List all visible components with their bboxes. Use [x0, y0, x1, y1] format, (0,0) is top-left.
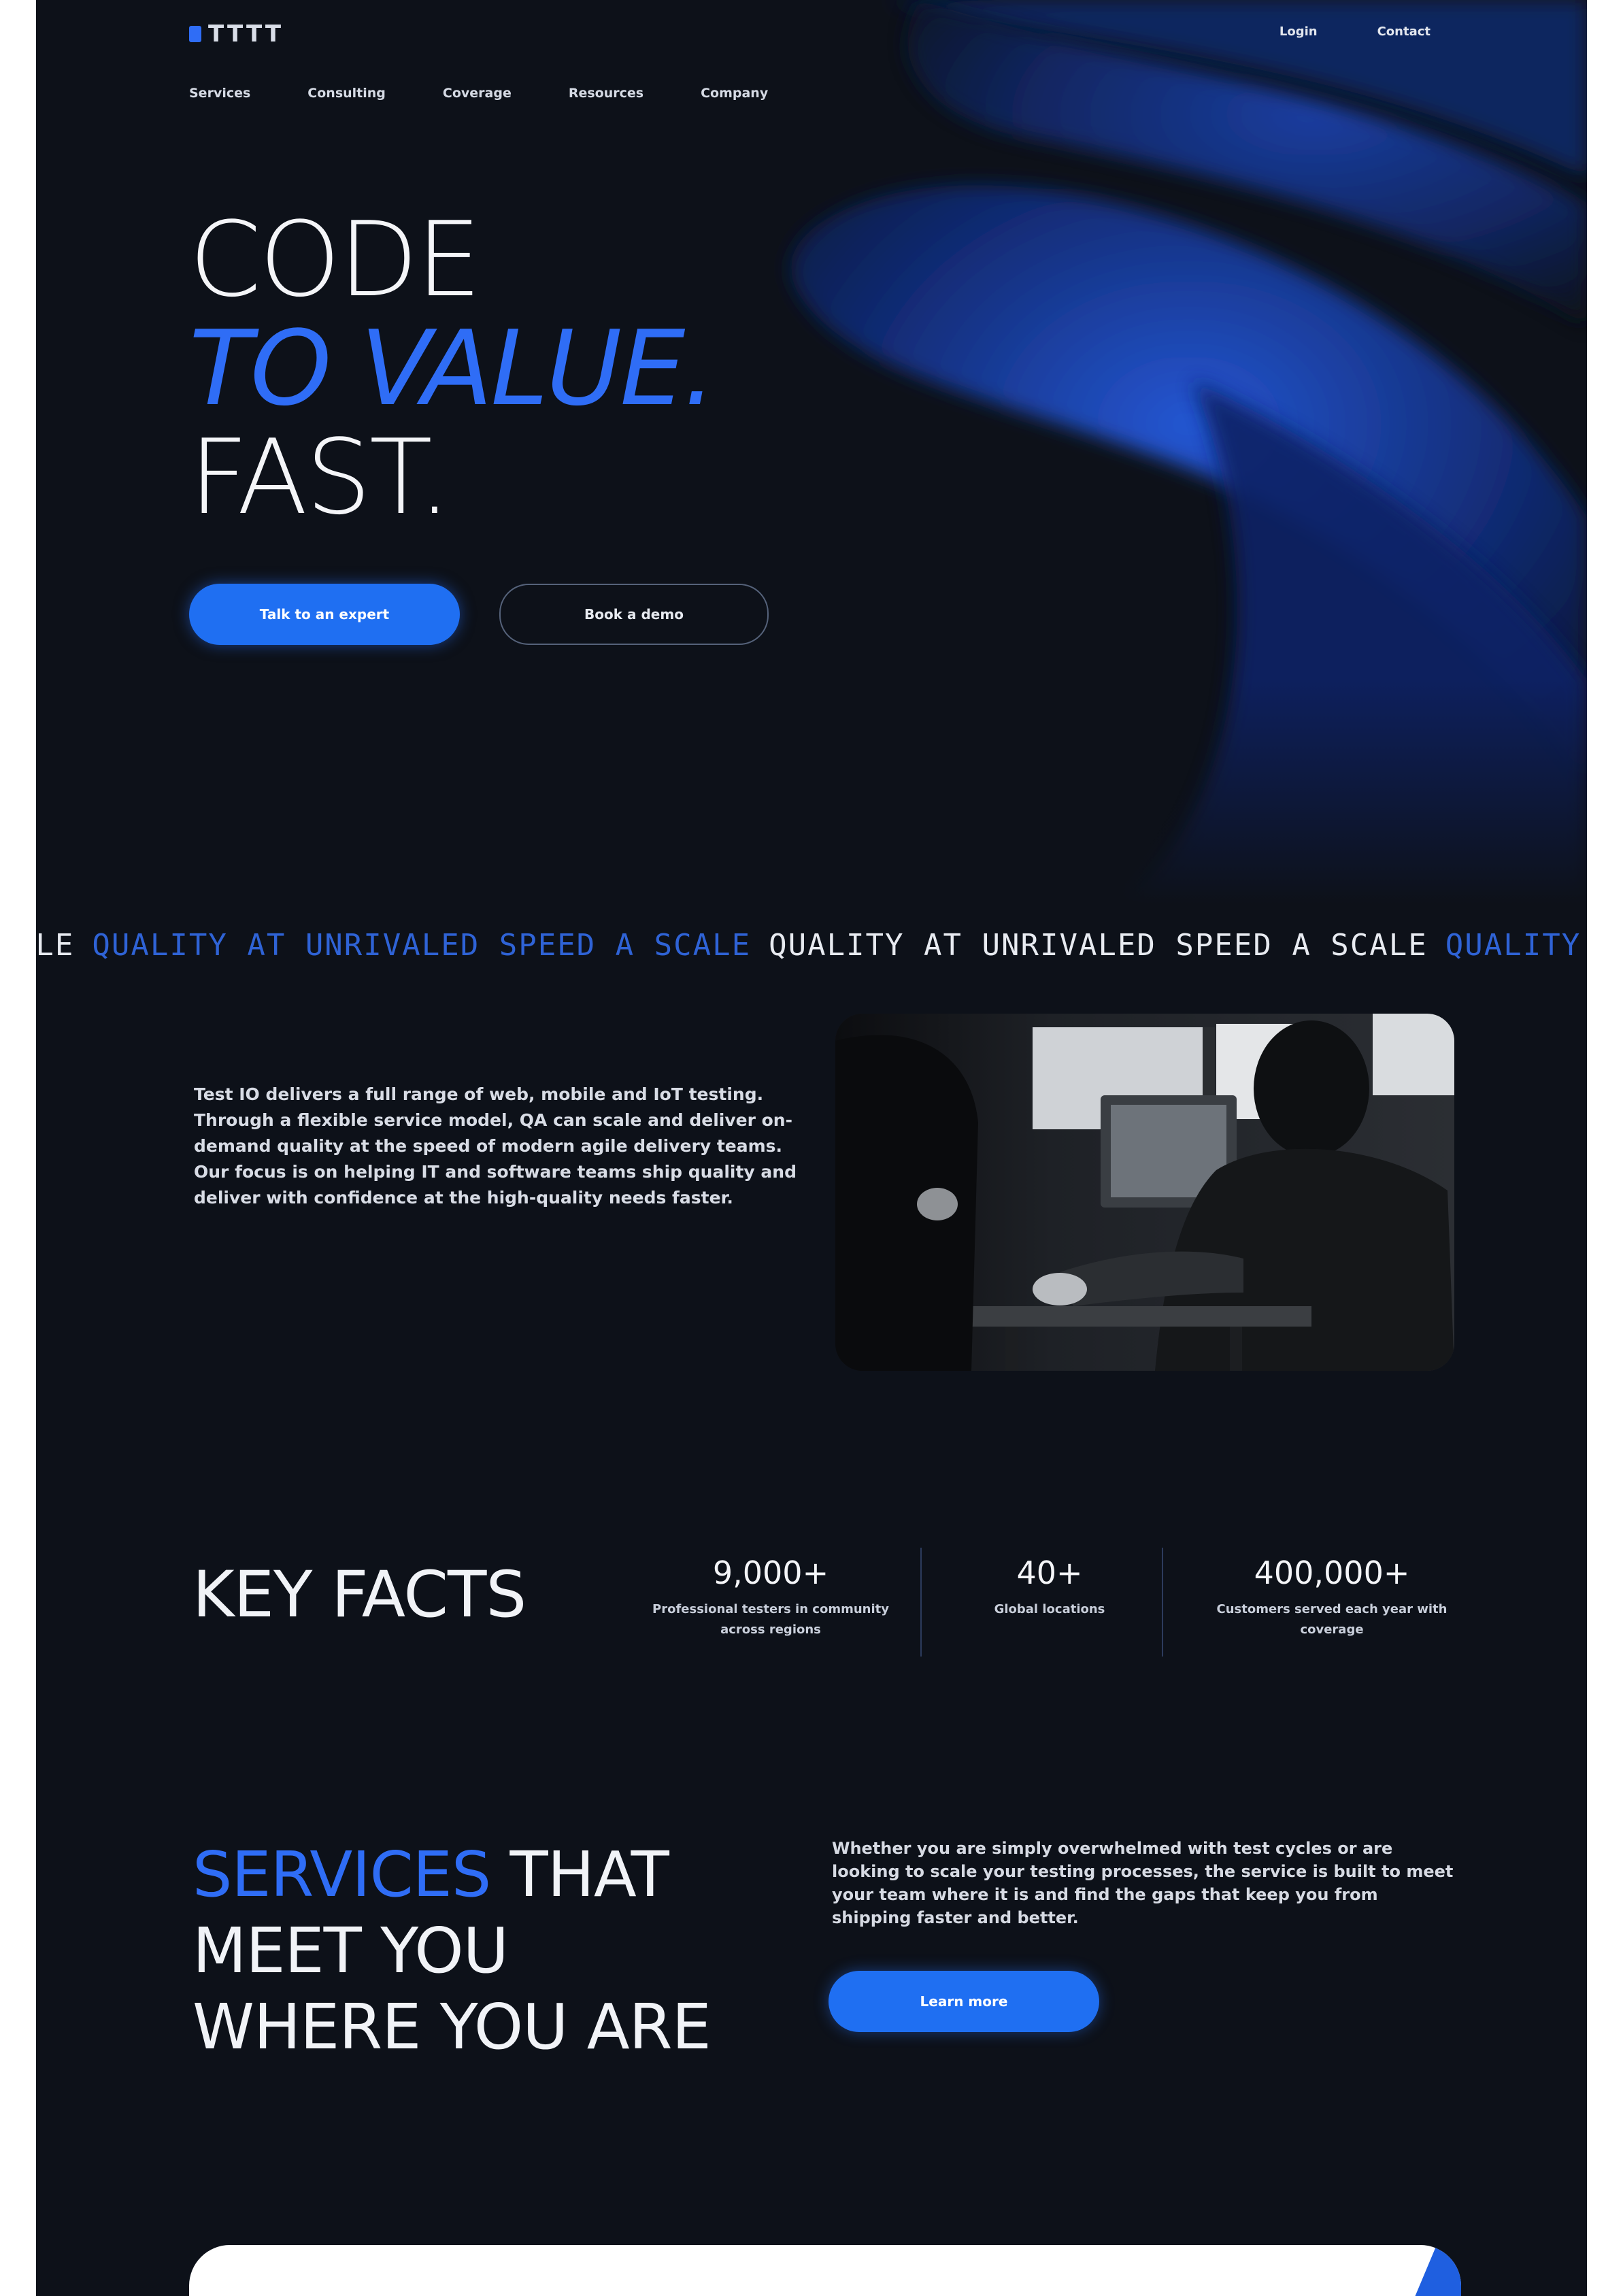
- fact-divider: [1162, 1548, 1163, 1657]
- nav-item-company[interactable]: Company: [701, 86, 768, 101]
- fact-label: Global locations: [994, 1602, 1105, 1616]
- about-paragraph: Test IO delivers a full range of web, mo…: [194, 1084, 792, 1156]
- main-nav: Services Consulting Coverage Resources C…: [189, 86, 768, 101]
- logo-text: TTTT: [208, 20, 284, 48]
- next-section-card: [189, 2245, 1461, 2296]
- ticker-segment: D A SCALE: [36, 928, 75, 963]
- services-title-line-3: WHERE YOU ARE: [193, 1991, 712, 2063]
- scrolling-ticker: D A SCALE QUALITY AT UNRIVALED SPEED A S…: [36, 922, 1587, 969]
- hero-headline: CODE TO VALUE. FAST.: [189, 199, 716, 537]
- nav-item-coverage[interactable]: Coverage: [443, 86, 512, 101]
- ticker-segment: QUALITY AT UNRIVALED SPEED A SCALE: [769, 928, 1428, 963]
- services-title-rest: THAT: [490, 1838, 669, 1911]
- fact-item: 40+ Global locations: [948, 1554, 1152, 1620]
- landing-page: TTTT Login Contact Services Consulting C…: [36, 0, 1587, 2296]
- about-paragraph: Our focus is on helping IT and software …: [194, 1162, 797, 1208]
- ticker-track: D A SCALE QUALITY AT UNRIVALED SPEED A S…: [36, 922, 1587, 969]
- fact-value: 400,000+: [1254, 1554, 1410, 1591]
- brand-logo[interactable]: TTTT: [189, 20, 284, 48]
- top-link-login[interactable]: Login: [1279, 24, 1318, 39]
- services-learn-more-button[interactable]: Learn more: [829, 1971, 1099, 2032]
- hero-line-1: CODE: [189, 199, 482, 320]
- hero-secondary-button[interactable]: Book a demo: [499, 584, 769, 645]
- photo-person-at-computer: [835, 1014, 1454, 1371]
- ticker-segment: QUALITY AT U: [1445, 928, 1587, 963]
- nav-item-services[interactable]: Services: [189, 86, 250, 101]
- hero-line-3: FAST.: [189, 417, 451, 537]
- fact-label: Professional testers in community across…: [652, 1602, 889, 1637]
- key-facts-title: KEY FACTS: [193, 1558, 526, 1632]
- fact-item: 400,000+ Customers served each year with…: [1203, 1554, 1461, 1640]
- fact-label: Customers served each year with coverage: [1216, 1602, 1448, 1637]
- hero-primary-button[interactable]: Talk to an expert: [189, 584, 460, 645]
- fact-divider: [920, 1548, 922, 1657]
- services-title-accent: SERVICES: [193, 1838, 491, 1911]
- nav-item-resources[interactable]: Resources: [569, 86, 643, 101]
- nav-item-consulting[interactable]: Consulting: [307, 86, 386, 101]
- top-link-contact[interactable]: Contact: [1377, 24, 1430, 39]
- fact-value: 9,000+: [712, 1554, 829, 1591]
- fact-value: 40+: [1016, 1554, 1083, 1591]
- card-accent-stripe: [1379, 2245, 1461, 2296]
- about-copy: Test IO delivers a full range of web, mo…: [194, 1082, 806, 1211]
- hero-line-2: TO VALUE.: [189, 308, 716, 429]
- utility-links: Login Contact: [1279, 24, 1430, 39]
- logo-mark-icon: [189, 26, 201, 42]
- ticker-segment: QUALITY AT UNRIVALED SPEED A SCALE: [92, 928, 752, 963]
- services-headline: SERVICES THAT MEET YOU WHERE YOU ARE: [193, 1837, 712, 2065]
- hero-cta-row: Talk to an expert Book a demo: [189, 584, 769, 645]
- fact-item: 9,000+ Professional testers in community…: [648, 1554, 893, 1640]
- services-description: Whether you are simply overwhelmed with …: [832, 1839, 1454, 1927]
- about-photo: [835, 1014, 1454, 1371]
- services-title-line-2: MEET YOU: [193, 1914, 509, 1987]
